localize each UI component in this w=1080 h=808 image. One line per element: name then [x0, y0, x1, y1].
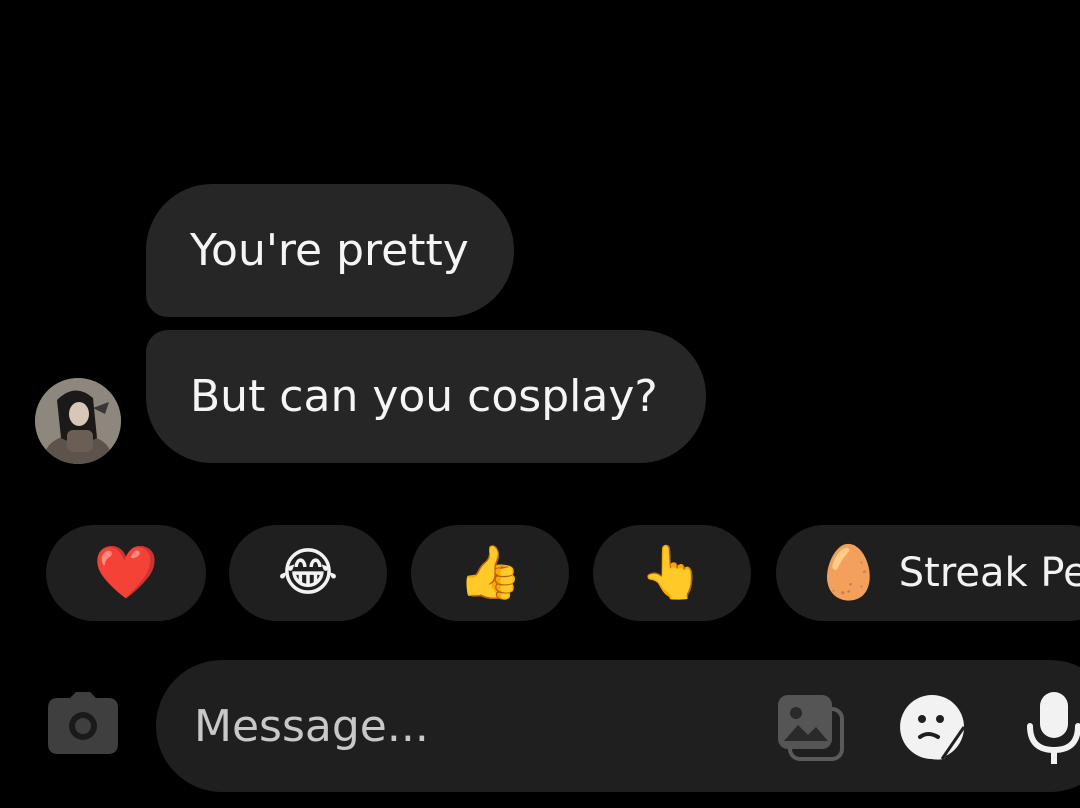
streak-pet-button[interactable]: 🥚 Streak Pet — [776, 525, 1080, 621]
reaction-thumbs-up-button[interactable]: 👍 — [411, 525, 569, 621]
microphone-icon[interactable] — [1024, 690, 1080, 766]
heart-icon: ❤️ — [93, 543, 159, 603]
laughing-face-icon: 😂 — [277, 543, 339, 603]
reaction-heart-button[interactable]: ❤️ — [46, 525, 206, 621]
streak-pet-label: Streak Pet — [898, 550, 1080, 596]
sticker-icon[interactable] — [898, 693, 966, 761]
reaction-laugh-button[interactable]: 😂 — [229, 525, 387, 621]
gallery-icon[interactable] — [776, 693, 846, 763]
avatar[interactable] — [35, 378, 121, 464]
chat-screen: You're pretty But can you cosplay? ❤️ 😂 … — [0, 0, 1080, 808]
message-bubble[interactable]: But can you cosplay? — [146, 330, 706, 463]
reaction-pointing-button[interactable]: 👆 — [593, 525, 751, 621]
message-bubble[interactable]: You're pretty — [146, 184, 514, 317]
pointing-hand-icon: 👆 — [639, 543, 705, 603]
camera-icon[interactable] — [46, 690, 120, 756]
avatar-photo — [35, 378, 121, 464]
egg-pet-icon: 🥚 — [816, 543, 881, 603]
message-text: But can you cosplay? — [190, 370, 658, 422]
message-text: You're pretty — [190, 224, 469, 276]
message-input[interactable] — [194, 698, 754, 754]
thumbs-up-icon: 👍 — [457, 543, 523, 603]
